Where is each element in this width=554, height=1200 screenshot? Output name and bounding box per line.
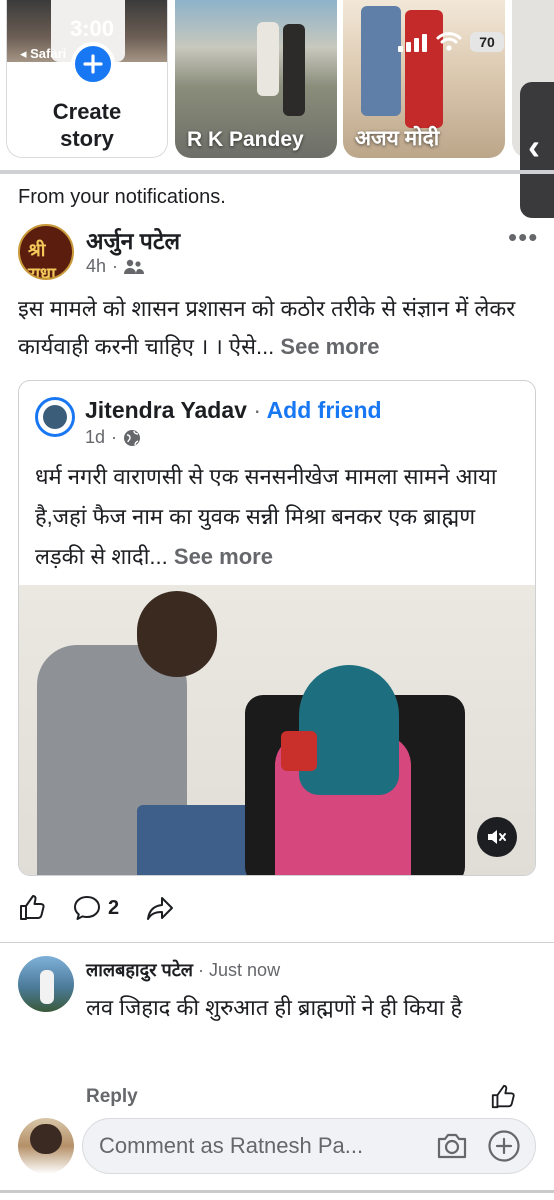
shared-author-line: Jitendra Yadav · Add friend — [85, 397, 382, 423]
shared-post-card[interactable]: Jitendra Yadav · Add friend 1d · धर्म नग… — [18, 380, 536, 876]
create-story-label: Create story — [52, 99, 122, 151]
mute-icon[interactable] — [477, 817, 517, 857]
shared-post-text: धर्म नगरी वाराणसी से एक सनसनीखेज मामला स… — [35, 464, 497, 569]
my-avatar[interactable] — [18, 1118, 74, 1174]
friends-icon — [124, 259, 145, 274]
video-player[interactable] — [19, 585, 535, 875]
thumbs-up-icon — [491, 1084, 515, 1109]
post-meta: 4h · — [86, 256, 145, 277]
globe-icon — [124, 429, 141, 446]
divider — [0, 942, 554, 943]
see-more-link[interactable]: See more — [280, 334, 379, 359]
story-name: अजय मोदी — [355, 127, 440, 150]
comment-button[interactable]: 2 — [72, 894, 119, 922]
add-friend-link[interactable]: Add friend — [267, 397, 382, 423]
comment-input[interactable] — [99, 1133, 435, 1159]
chevron-left-icon: ‹ — [528, 126, 540, 167]
shared-author-avatar[interactable] — [35, 397, 75, 437]
see-more-link[interactable]: See more — [174, 544, 273, 569]
post-text: इस मामले को शासन प्रशासन को कठोर तरीके स… — [18, 296, 516, 359]
plus-icon[interactable] — [71, 42, 115, 86]
shared-meta: 1d · — [85, 427, 141, 448]
notifications-label: From your notifications. — [18, 186, 226, 208]
divider — [0, 170, 554, 174]
reply-button[interactable]: Reply — [86, 1086, 138, 1108]
author-avatar[interactable]: श्री राधा — [18, 224, 74, 280]
post-time[interactable]: 4h — [86, 256, 106, 277]
stories-strip: Create story R K Pandey अजय मोदी — [0, 0, 554, 172]
add-attachment-icon[interactable] — [487, 1129, 521, 1163]
comment-header: लालबहादुर पटेल · Just now — [86, 960, 281, 980]
comment-count: 2 — [108, 896, 120, 919]
comment-time: Just now — [209, 960, 281, 980]
more-options-icon[interactable]: ••• — [508, 222, 538, 253]
camera-icon[interactable] — [435, 1131, 469, 1161]
commenter-name[interactable]: लालबहादुर पटेल — [86, 960, 193, 980]
commenter-avatar[interactable] — [18, 956, 74, 1012]
comment-like-button[interactable] — [490, 1084, 516, 1115]
like-button[interactable] — [18, 894, 46, 922]
thumbs-up-icon — [20, 895, 45, 920]
comment-text: लव जिहाद की शुरुआत ही ब्राह्मणों ने ही क… — [86, 995, 463, 1020]
shared-author[interactable]: Jitendra Yadav — [85, 397, 247, 423]
comment-composer[interactable] — [82, 1118, 536, 1174]
share-button[interactable] — [145, 894, 175, 922]
story-rk-pandey[interactable]: R K Pandey — [175, 0, 337, 158]
bottom-divider — [0, 1190, 554, 1193]
comment-icon — [74, 896, 100, 920]
share-icon — [147, 897, 174, 920]
post-author[interactable]: अर्जुन पटेल — [86, 224, 180, 256]
story-ajay-modi[interactable]: अजय मोदी — [343, 0, 505, 158]
post-actions: 2 — [18, 892, 201, 924]
shared-time[interactable]: 1d — [85, 427, 105, 448]
create-story-card[interactable]: Create story — [6, 0, 168, 158]
story-name: R K Pandey — [187, 128, 304, 151]
side-panel-handle[interactable]: ‹ — [520, 82, 554, 218]
